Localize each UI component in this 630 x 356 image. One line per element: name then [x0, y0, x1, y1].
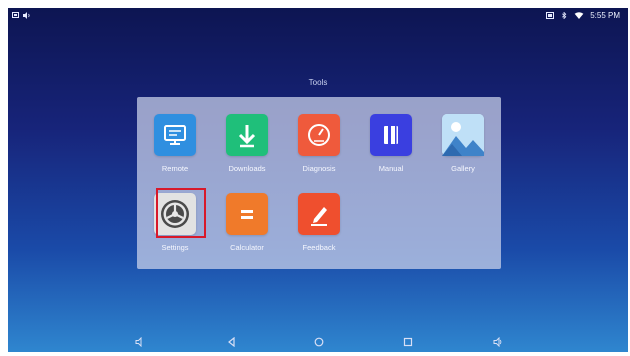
home-icon[interactable]	[311, 334, 327, 350]
wifi-icon	[574, 12, 584, 19]
selection-highlight	[156, 188, 206, 238]
app-manual[interactable]: Manual	[359, 114, 423, 186]
monitor-icon[interactable]	[154, 114, 196, 156]
equals-icon[interactable]	[226, 193, 268, 235]
back-icon[interactable]	[224, 334, 240, 350]
android-screen: 5:55 PM Tools Remote Downloads Diagnosis…	[8, 8, 628, 352]
app-label: Manual	[378, 164, 404, 173]
status-left	[12, 12, 31, 19]
navigation-bar	[8, 330, 628, 352]
app-label: Downloads	[228, 164, 266, 173]
speaker-icon	[23, 12, 30, 19]
app-gallery[interactable]: Gallery	[431, 114, 495, 186]
app-feedback[interactable]: Feedback	[287, 193, 351, 265]
app-label: Gallery	[451, 164, 475, 173]
status-bar: 5:55 PM	[8, 8, 628, 26]
app-remote[interactable]: Remote	[143, 114, 207, 186]
pen-icon[interactable]	[298, 193, 340, 235]
app-label: Feedback	[302, 243, 336, 252]
app-settings[interactable]: Settings	[143, 188, 207, 265]
folder-title: Tools	[308, 78, 328, 87]
app-diagnosis[interactable]: Diagnosis	[287, 114, 351, 186]
speedometer-icon[interactable]	[298, 114, 340, 156]
app-calculator[interactable]: Calculator	[215, 193, 279, 265]
recents-icon[interactable]	[400, 334, 416, 350]
app-label: Diagnosis	[302, 164, 336, 173]
book-icon[interactable]	[370, 114, 412, 156]
app-label: Calculator	[230, 243, 264, 252]
app-label: Settings	[161, 243, 189, 252]
status-right: 5:55 PM	[546, 11, 620, 20]
folder-panel: Remote Downloads Diagnosis Manual Galler…	[137, 97, 501, 269]
cast-icon	[546, 12, 555, 19]
status-clock: 5:55 PM	[590, 11, 620, 20]
app-label: Remote	[161, 164, 189, 173]
mountains-icon[interactable]	[442, 114, 484, 156]
volume-up-icon[interactable]	[490, 334, 506, 350]
volume-down-icon[interactable]	[132, 334, 148, 350]
bluetooth-icon	[562, 12, 567, 19]
download-arrow-icon[interactable]	[226, 114, 268, 156]
app-downloads[interactable]: Downloads	[215, 114, 279, 186]
notification-icon	[12, 12, 19, 18]
